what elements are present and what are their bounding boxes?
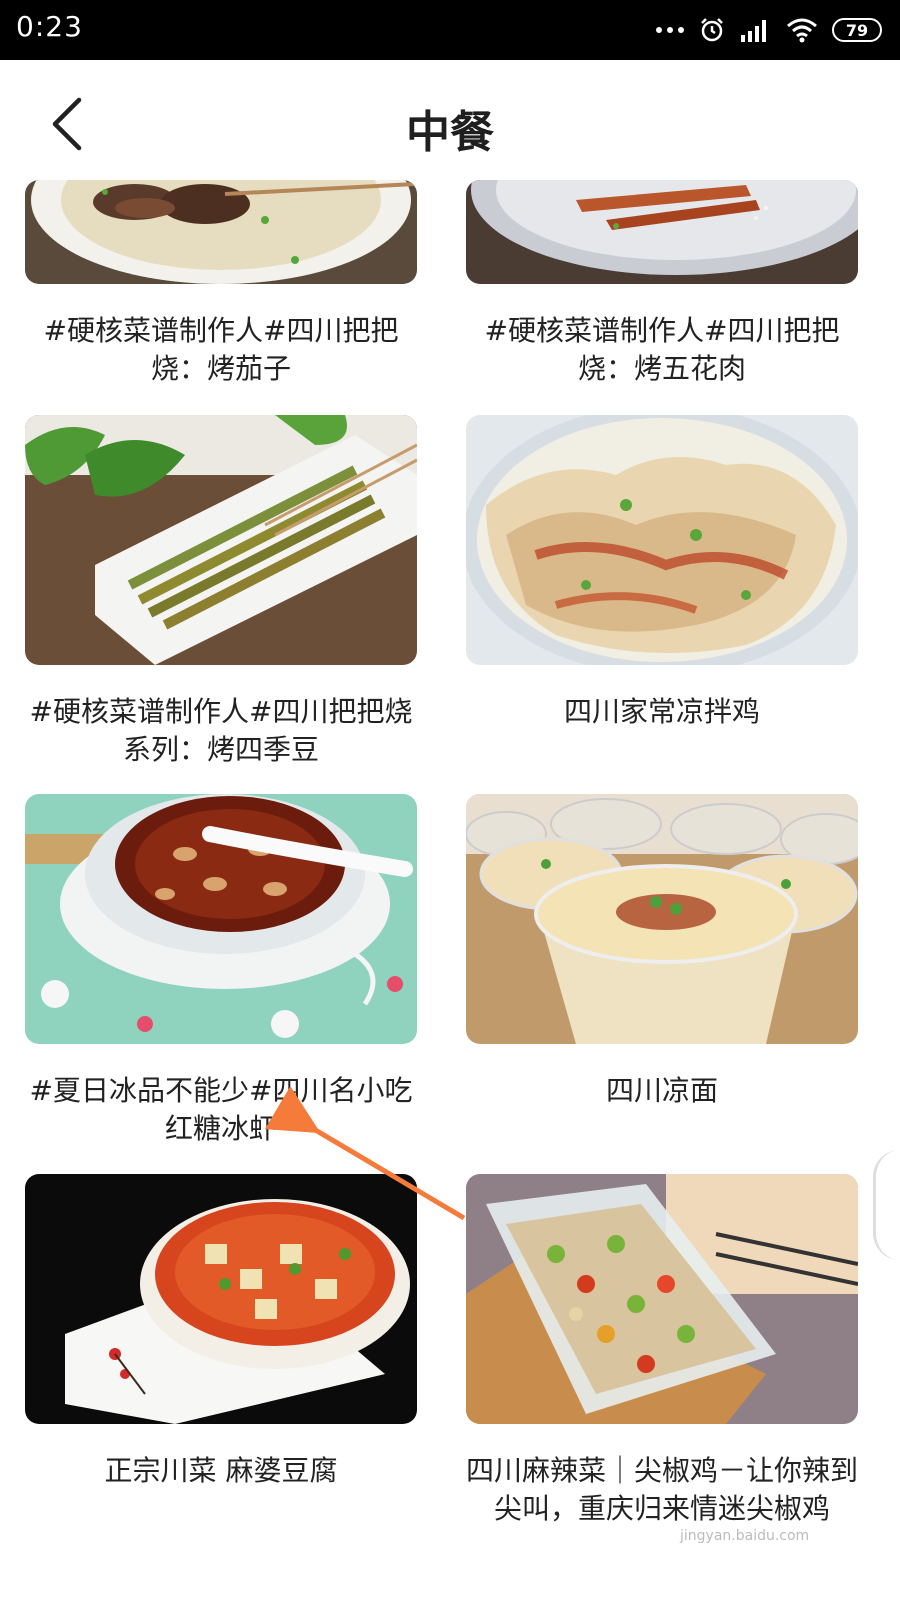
recipe-title[interactable]: 四川家常凉拌鸡	[466, 693, 858, 731]
recipe-card[interactable]: #硬核菜谱制作人#四川把把烧：烤茄子	[25, 180, 417, 390]
recipe-image-mapo-tofu[interactable]	[25, 1174, 417, 1424]
status-icons: 79	[656, 12, 882, 48]
recipe-card[interactable]: #硬核菜谱制作人#四川把把烧系列：烤四季豆	[25, 415, 417, 775]
recipe-card[interactable]: 正宗川菜 麻婆豆腐	[25, 1174, 417, 1574]
recipe-image-pepper-chicken[interactable]	[466, 1174, 858, 1424]
recipe-card[interactable]: 四川家常凉拌鸡	[466, 415, 858, 775]
alarm-icon	[701, 18, 723, 42]
scroll-handle[interactable]	[873, 1150, 900, 1260]
recipe-image-brown-sugar-ice-shrimp[interactable]	[25, 794, 417, 1044]
signal-icon	[741, 20, 766, 42]
recipe-image-cold-chicken[interactable]	[466, 415, 858, 665]
recipe-title[interactable]: #夏日冰品不能少#四川名小吃红糖冰虾	[25, 1072, 417, 1148]
recipe-image-pork-belly[interactable]	[466, 180, 858, 284]
recipe-card[interactable]: #硬核菜谱制作人#四川把把烧：烤五花肉	[466, 180, 858, 390]
recipe-image-cold-noodles[interactable]	[466, 794, 858, 1044]
more-dots-icon	[656, 27, 684, 33]
recipe-card[interactable]: #夏日冰品不能少#四川名小吃红糖冰虾	[25, 794, 417, 1154]
recipe-card[interactable]: 四川麻辣菜｜尖椒鸡－让你辣到尖叫，重庆归来情迷尖椒鸡	[466, 1174, 858, 1574]
battery-level: 79	[845, 20, 869, 40]
recipe-image-eggplant[interactable]	[25, 180, 417, 284]
recipe-title[interactable]: 四川麻辣菜｜尖椒鸡－让你辣到尖叫，重庆归来情迷尖椒鸡	[466, 1452, 858, 1528]
wifi-icon	[787, 18, 817, 43]
title-bar: 中餐	[0, 60, 900, 180]
recipe-image-green-beans[interactable]	[25, 415, 417, 665]
recipe-title[interactable]: #硬核菜谱制作人#四川把把烧系列：烤四季豆	[25, 693, 417, 769]
page-title: 中餐	[406, 107, 494, 158]
watermark: jingyan.baidu.com	[680, 1528, 810, 1544]
recipe-title[interactable]: #硬核菜谱制作人#四川把把烧：烤茄子	[25, 312, 417, 388]
recipe-title[interactable]: #硬核菜谱制作人#四川把把烧：烤五花肉	[466, 312, 858, 388]
status-bar: 0:23 79	[0, 0, 900, 60]
recipe-title[interactable]: 正宗川菜 麻婆豆腐	[25, 1452, 417, 1490]
recipe-title[interactable]: 四川凉面	[466, 1072, 858, 1110]
battery-icon: 79	[832, 18, 882, 42]
status-time: 0:23	[16, 10, 83, 43]
recipe-card[interactable]: 四川凉面	[466, 794, 858, 1154]
